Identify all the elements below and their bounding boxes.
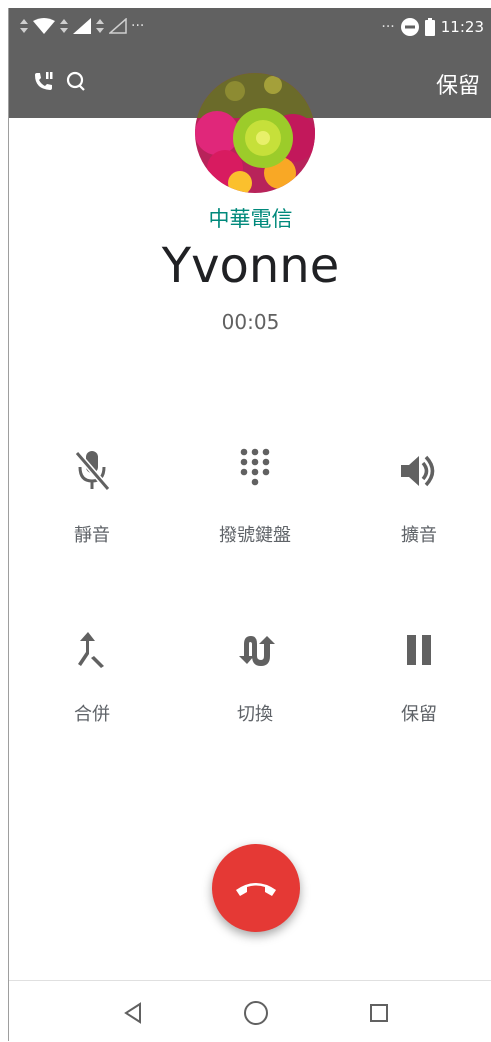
home-icon[interactable]: [241, 998, 271, 1028]
hold-header-label[interactable]: 保留: [436, 68, 480, 100]
signal-empty-icon: [109, 18, 127, 34]
phone-wifi-icon: [35, 72, 53, 90]
merge-label: 合併: [74, 704, 110, 725]
data-activity-icon: [20, 19, 28, 33]
hang-up-icon: [236, 883, 276, 896]
status-bar: ··· ··· 11:23: [9, 8, 491, 48]
wifi-icon: [33, 18, 55, 34]
merge-icon: [22, 625, 162, 675]
phone-screen: ··· ··· 11:23 保留 中華電信 Yvonne 00:05 靜音 撥號…: [8, 8, 491, 1041]
pause-icon: [349, 625, 489, 675]
data-activity-icon: [96, 19, 104, 33]
dialpad-icon: [185, 446, 325, 496]
data-activity-icon: [60, 19, 68, 33]
swap-icon: [185, 625, 325, 675]
battery-icon: [424, 18, 435, 36]
end-call-button[interactable]: [212, 844, 300, 932]
dialpad-label: 撥號鍵盤: [219, 525, 291, 546]
carrier-name: 中華電信: [208, 207, 293, 231]
swap-label: 切換: [237, 704, 273, 725]
caller-name: Yvonne: [161, 238, 340, 294]
swap-button[interactable]: 切換: [185, 625, 325, 726]
call-timer: 00:05: [221, 310, 280, 334]
contact-avatar: [195, 73, 315, 193]
status-overflow: ···: [131, 18, 145, 34]
back-icon[interactable]: [118, 998, 148, 1028]
signal-icon: [73, 18, 91, 34]
merge-button[interactable]: 合併: [22, 625, 162, 726]
recents-icon[interactable]: [364, 998, 394, 1028]
do-not-disturb-icon: [400, 18, 419, 36]
hold-button[interactable]: 保留: [349, 625, 489, 726]
status-icons-right: ··· 11:23: [381, 18, 484, 36]
speaker-button[interactable]: 擴音: [349, 446, 489, 547]
clock: 11:23: [440, 18, 484, 36]
speaker-icon: [349, 446, 489, 496]
speaker-label: 擴音: [401, 525, 437, 546]
status-icons-left: ···: [19, 18, 144, 34]
status-overflow: ···: [381, 19, 395, 35]
mute-label: 靜音: [74, 525, 110, 546]
dialpad-button[interactable]: 撥號鍵盤: [185, 446, 325, 547]
hold-label: 保留: [401, 704, 437, 725]
system-nav-bar: [9, 980, 491, 1042]
mute-button[interactable]: 靜音: [22, 446, 162, 547]
search-icon[interactable]: [65, 70, 87, 92]
mic-off-icon: [22, 446, 162, 496]
